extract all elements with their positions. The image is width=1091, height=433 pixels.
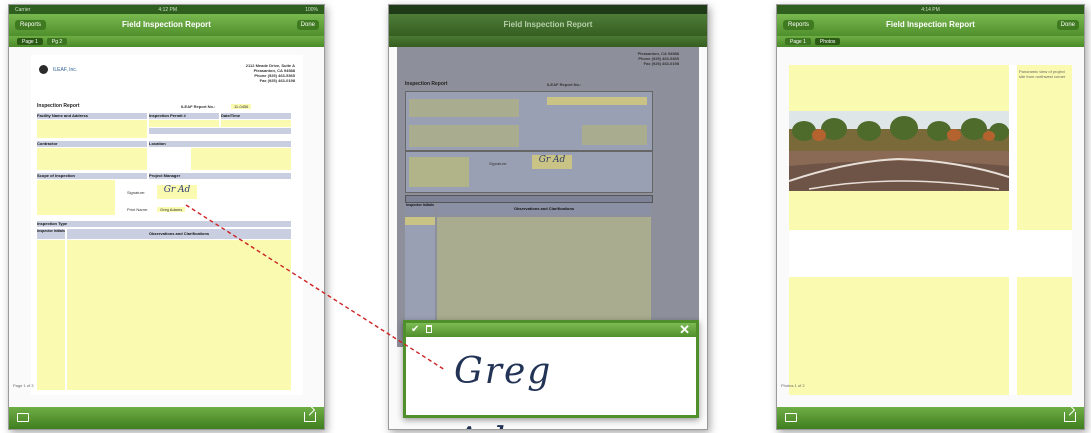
clock-label: 4:14 PM — [921, 6, 940, 13]
datetime-field[interactable] — [221, 120, 291, 127]
initials-column[interactable] — [37, 240, 65, 390]
done-button[interactable]: Done — [296, 20, 319, 30]
panorama-photo[interactable] — [789, 111, 1009, 191]
print-name-field[interactable]: Greg Adams — [157, 207, 186, 212]
nav-bar: Reports Field Inspection Report Done — [777, 14, 1084, 36]
signature-popup: ✔ ✕ Greg Adams — [403, 320, 699, 429]
address-line: Fax (925) 463-0198 — [643, 61, 679, 66]
location-field[interactable] — [191, 148, 291, 170]
inspection-type-bar — [405, 195, 653, 203]
inspector-initials-header: Inspector Initials — [37, 229, 65, 239]
observations-header: Observations and Clarifications — [67, 229, 291, 239]
report-heading: Inspection Report — [37, 103, 80, 109]
slideshow-icon[interactable] — [785, 413, 797, 422]
done-button[interactable]: Done — [1056, 20, 1079, 30]
report-number-value[interactable]: 11-0456 — [231, 104, 252, 109]
photo-note: Panoramic view of project site from nort… — [1019, 69, 1066, 79]
report-number-label: ILEAF Report No.: — [547, 82, 582, 87]
report-heading: Inspection Report — [405, 81, 448, 87]
signature-field[interactable]: Gr Ad — [532, 155, 572, 169]
tab-photos[interactable]: Photos — [814, 38, 841, 45]
bottom-toolbar — [9, 407, 324, 429]
tab-page-1[interactable]: Page 1 — [17, 38, 43, 45]
photo-page: Panoramic view of project site from nort… — [789, 65, 1072, 395]
company-address: Pleasanton, CA 94588 Phone (925) 463-536… — [638, 51, 679, 66]
note-cell-2[interactable] — [1017, 277, 1072, 395]
tab-page-2[interactable]: Pg 2 — [46, 38, 68, 45]
carrier-label: Carrier — [15, 6, 31, 13]
company-name: ILEAF, Inc. — [53, 67, 78, 73]
permit-field[interactable] — [149, 120, 219, 127]
scope-field[interactable] — [409, 157, 469, 187]
share-icon[interactable] — [304, 412, 316, 422]
bottom-toolbar — [777, 407, 1084, 429]
contractor-field[interactable] — [37, 148, 147, 170]
location-header: Location — [149, 141, 291, 147]
report-document: ILEAF, Inc. 2112 Meade Drive, Suite A Pl… — [31, 55, 303, 395]
left-tablet: Carrier 4:12 PM 100% Reports Field Inspe… — [8, 4, 325, 430]
inspection-type-header: Inspection Type — [37, 221, 291, 227]
middle-tablet: Field Inspection Report Pleasanton, CA 9… — [388, 4, 708, 430]
page-indicator: Photos 1 of 2 — [781, 383, 805, 388]
observations-header: Observations and Clarifications — [437, 203, 651, 215]
tab-bar — [389, 36, 707, 47]
status-bar — [389, 5, 707, 14]
company-address: 2112 Meade Drive, Suite A Pleasanton, CA… — [246, 63, 295, 83]
contractor-header: Contractor — [37, 141, 147, 147]
inspection-number-header — [149, 128, 291, 134]
trash-icon[interactable] — [426, 325, 432, 333]
page-title: Field Inspection Report — [503, 20, 593, 29]
right-tablet: 4:14 PM Reports Field Inspection Report … — [776, 4, 1085, 430]
signature-label: Signature: — [127, 190, 146, 195]
page-title: Field Inspection Report — [122, 20, 211, 29]
clock-label: 4:12 PM — [158, 6, 178, 13]
signature-popup-toolbar: ✔ ✕ — [406, 322, 696, 338]
company-logo — [39, 65, 48, 74]
signature-label: Signature: — [489, 161, 508, 166]
print-name-label: Print Name: — [127, 207, 149, 212]
scope-field[interactable] — [37, 180, 115, 215]
inspector-initials-header: Inspector Initials — [405, 203, 435, 215]
facility-field[interactable] — [409, 99, 519, 117]
initials-first-cell[interactable] — [405, 217, 435, 225]
tab-bar: Page 1 Photos — [777, 36, 1084, 47]
address-line: Fax (925) 463-0198 — [259, 78, 295, 83]
page-title: Field Inspection Report — [886, 20, 975, 29]
signature-field[interactable]: Gr Ad — [157, 185, 197, 199]
datetime-header: Date/Time — [221, 113, 291, 119]
status-bar: 4:14 PM — [777, 5, 1084, 14]
battery-label: 100% — [305, 6, 318, 13]
page-indicator: Page 1 of 3 — [13, 383, 34, 388]
facility-field[interactable] — [37, 120, 147, 138]
nav-bar: Reports Field Inspection Report Done — [9, 14, 324, 36]
tab-page-1[interactable]: Page 1 — [785, 38, 811, 45]
nav-bar: Field Inspection Report — [389, 14, 707, 36]
tab-bar: Page 1 Pg 2 — [9, 36, 324, 47]
permit-header: Inspection Permit # — [149, 113, 219, 119]
check-icon[interactable]: ✔ — [411, 324, 419, 335]
observations-field[interactable] — [67, 240, 291, 390]
slideshow-icon[interactable] — [17, 413, 29, 422]
report-number-label: ILEAF Report No.: — [181, 104, 216, 109]
facility-header: Facility Name and Address — [37, 113, 147, 119]
photo-cell-2[interactable] — [789, 277, 1009, 395]
location-field[interactable] — [582, 125, 647, 145]
share-icon[interactable] — [1064, 412, 1076, 422]
report-document: Pleasanton, CA 94588 Phone (925) 463-536… — [397, 47, 699, 347]
note-cell-1[interactable] — [1017, 65, 1072, 230]
status-bar: Carrier 4:12 PM 100% — [9, 5, 324, 14]
project-manager-header: Project Manager — [149, 173, 291, 179]
signature-canvas[interactable]: Greg Adams — [406, 337, 696, 429]
contractor-field[interactable] — [409, 125, 519, 147]
scope-header: Scope of Inspection — [37, 173, 147, 179]
permit-field[interactable] — [547, 97, 647, 105]
close-icon[interactable]: ✕ — [679, 322, 690, 338]
